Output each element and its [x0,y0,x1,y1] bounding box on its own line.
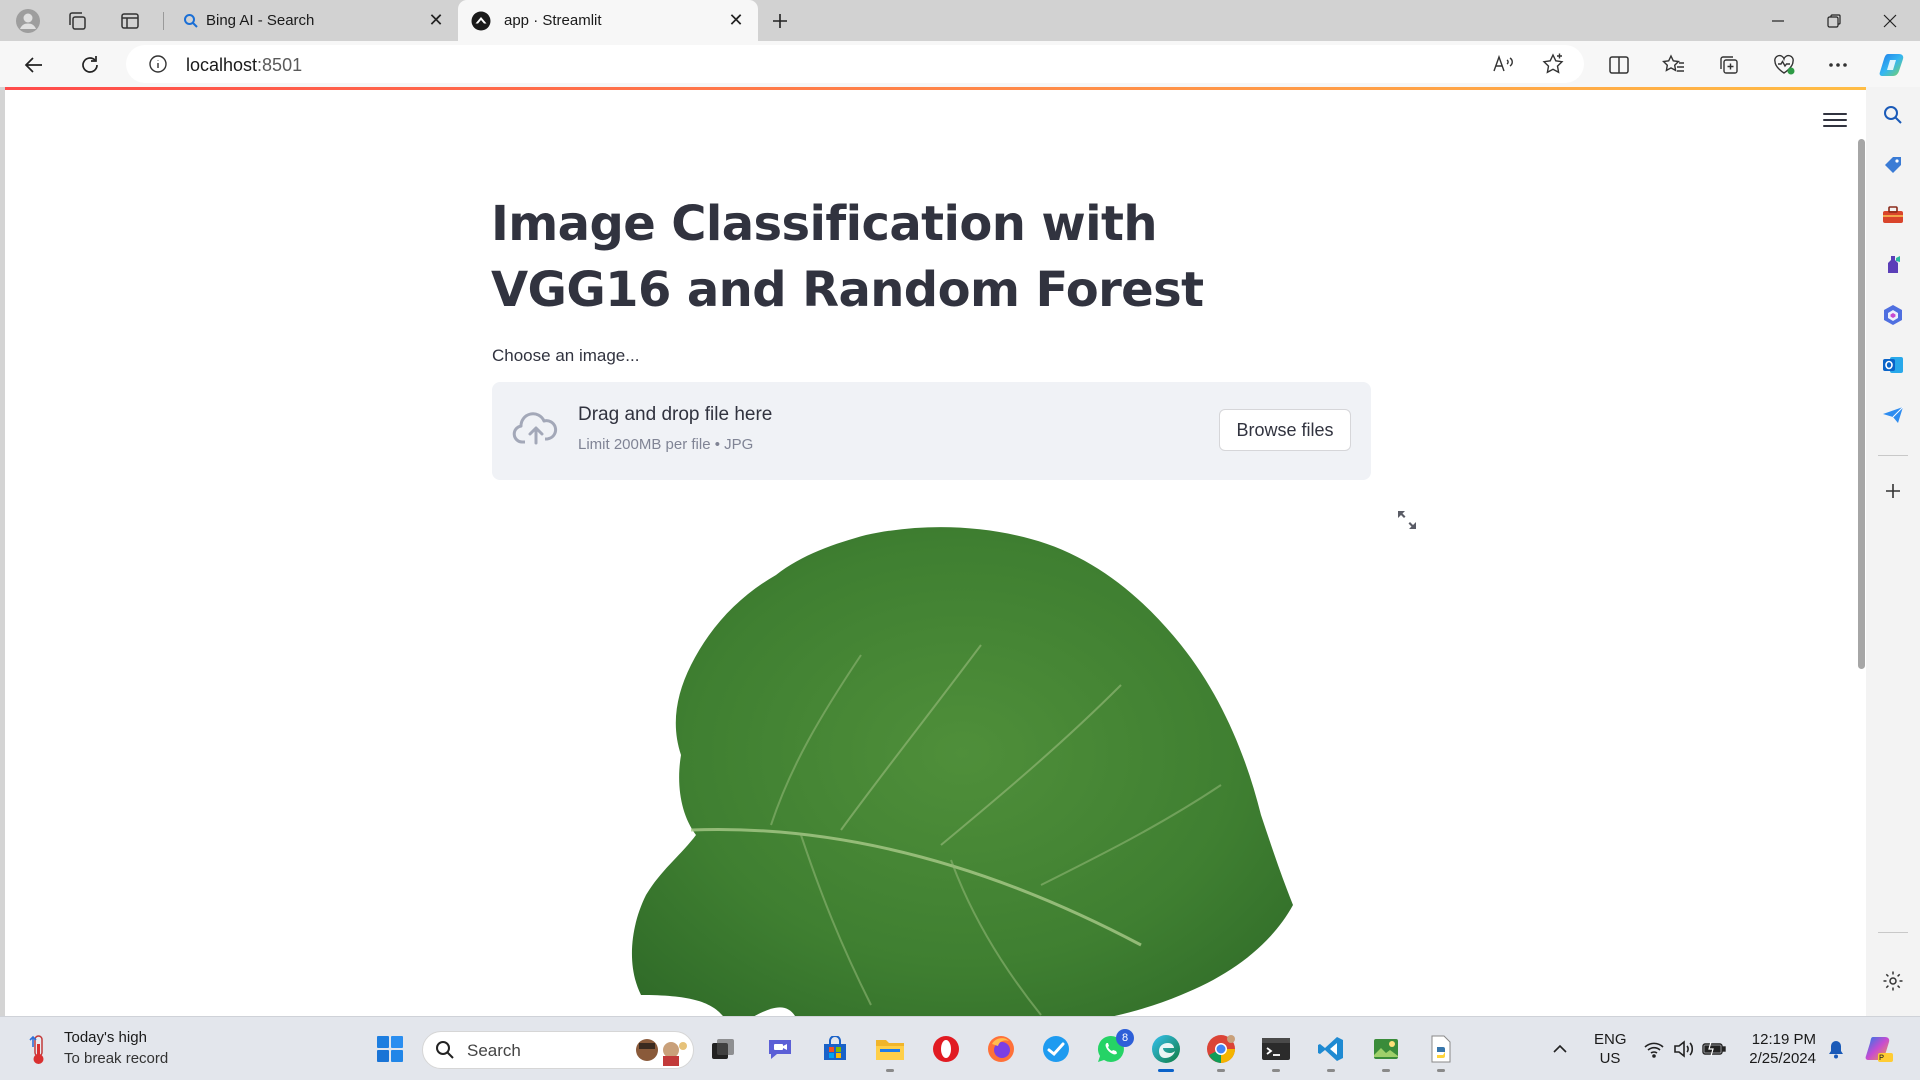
collections-icon[interactable] [1713,49,1745,81]
site-info-icon[interactable] [148,54,168,79]
weather-headline[interactable]: Today's high [64,1029,147,1046]
cloud-upload-icon [512,409,560,449]
running-indicator [1327,1069,1335,1072]
favorites-icon[interactable] [1658,49,1690,81]
uploaded-leaf-image [621,525,1311,1016]
search-icon [435,1040,455,1065]
restore-icon[interactable] [1806,0,1862,41]
chat-icon[interactable] [763,1032,797,1066]
url-text[interactable]: localhost:8501 [186,55,302,76]
tasks-app-icon[interactable] [1039,1032,1073,1066]
add-icon[interactable] [1879,477,1907,505]
wifi-icon[interactable] [1637,1032,1671,1066]
tools-icon[interactable] [1879,201,1907,229]
drop-icon[interactable] [1879,401,1907,429]
vertical-tabs-icon[interactable] [116,7,144,35]
fullscreen-expand-icon[interactable] [1396,509,1418,531]
dropzone-title: Drag and drop file here [578,404,773,425]
search-highlight-art-icon [633,1036,689,1066]
running-indicator [1382,1069,1390,1072]
read-aloud-icon[interactable] [1492,54,1514,79]
weather-subtitle[interactable]: To break record [64,1050,168,1067]
task-view-icon[interactable] [706,1032,740,1066]
sidebar-divider [1878,932,1908,933]
more-icon[interactable] [1822,49,1854,81]
copilot-icon[interactable] [1877,49,1909,81]
workspaces-icon[interactable] [63,7,91,35]
system-clock[interactable]: 12:19 PM 2/25/2024 [1744,1030,1816,1068]
streamlit-decoration-bar [5,87,1866,90]
split-screen-icon[interactable] [1603,49,1635,81]
whatsapp-icon[interactable]: 8 [1094,1029,1134,1066]
firefox-icon[interactable] [984,1032,1018,1066]
file-explorer-icon[interactable] [873,1032,907,1072]
battery-icon[interactable] [1697,1032,1731,1066]
notification-badge: 8 [1116,1029,1134,1047]
python-file-icon[interactable] [1424,1032,1458,1072]
language-code: ENG [1594,1031,1627,1048]
browse-files-button[interactable]: Browse files [1219,409,1351,451]
dropzone-limit: Limit 200MB per file • JPG [578,436,754,453]
streamlit-icon [470,10,492,32]
browser-essentials-icon[interactable] [1768,49,1800,81]
favorite-star-icon[interactable] [1542,53,1564,80]
sidebar-divider [1878,455,1908,456]
running-indicator [1272,1069,1280,1072]
close-tab-icon[interactable]: ✕ [426,10,446,30]
notifications-bell-icon[interactable] [1819,1032,1853,1066]
settings-icon[interactable] [1879,967,1907,995]
start-windows-icon[interactable] [373,1032,407,1066]
show-hidden-icons-chevron-icon[interactable] [1543,1032,1577,1066]
address-bar[interactable]: localhost:8501 [126,45,1584,83]
thermometer-icon[interactable] [26,1034,52,1066]
windows-taskbar: Today's high To break record Search 8 EN… [0,1016,1920,1080]
chrome-icon[interactable] [1204,1032,1238,1072]
copilot-preview-icon[interactable] [1862,1032,1896,1066]
keyboard-region: US [1599,1050,1621,1067]
volume-icon[interactable] [1667,1032,1701,1066]
search-icon [180,10,202,32]
tab-app-streamlit[interactable]: app · Streamlit ✕ [458,0,758,41]
running-indicator [1217,1069,1225,1072]
opera-icon[interactable] [929,1032,963,1066]
input-language-indicator[interactable]: ENG US [1594,1030,1627,1068]
minimize-icon[interactable] [1750,0,1806,41]
running-indicator [1158,1069,1174,1072]
games-icon[interactable] [1879,251,1907,279]
uploader-label: Choose an image... [492,346,640,365]
tab-label: app · Streamlit [504,12,602,29]
search-label: Search [467,1041,521,1060]
refresh-icon[interactable] [74,49,106,81]
browser-toolbar: localhost:8501 [0,41,1920,87]
outlook-icon[interactable] [1879,351,1907,379]
main-menu-icon[interactable] [1823,109,1847,131]
vscode-icon[interactable] [1314,1032,1348,1072]
search-icon[interactable] [1879,101,1907,129]
streamlit-page: Image Classification with VGG16 and Rand… [5,87,1866,1016]
tab-label: Bing AI - Search [206,12,315,29]
page-scrollbar[interactable] [1858,139,1865,669]
browser-tab-strip: Bing AI - Search ✕ app · Streamlit ✕ [0,0,1920,41]
tab-separator [163,12,164,30]
taskbar-search[interactable]: Search [422,1031,694,1069]
edge-icon[interactable] [1149,1032,1183,1072]
new-tab-icon[interactable] [766,7,794,35]
edge-sidebar [1866,87,1920,1016]
running-indicator [1437,1069,1445,1072]
clock-date: 2/25/2024 [1749,1050,1816,1067]
profile-icon[interactable] [14,7,42,35]
file-dropzone[interactable]: Drag and drop file here Limit 200MB per … [492,382,1371,480]
terminal-icon[interactable] [1259,1032,1293,1072]
microsoft365-icon[interactable] [1879,301,1907,329]
close-tab-icon[interactable]: ✕ [726,10,746,30]
shopping-icon[interactable] [1879,151,1907,179]
image-app-icon[interactable] [1369,1032,1403,1072]
page-title: Image Classification with VGG16 and Rand… [491,196,1204,318]
clock-time: 12:19 PM [1751,1031,1816,1048]
back-icon[interactable] [18,49,50,81]
close-window-icon[interactable] [1862,0,1918,41]
microsoft-store-icon[interactable] [818,1032,852,1066]
tab-bing-ai-search[interactable]: Bing AI - Search ✕ [168,0,458,41]
running-indicator [886,1069,894,1072]
